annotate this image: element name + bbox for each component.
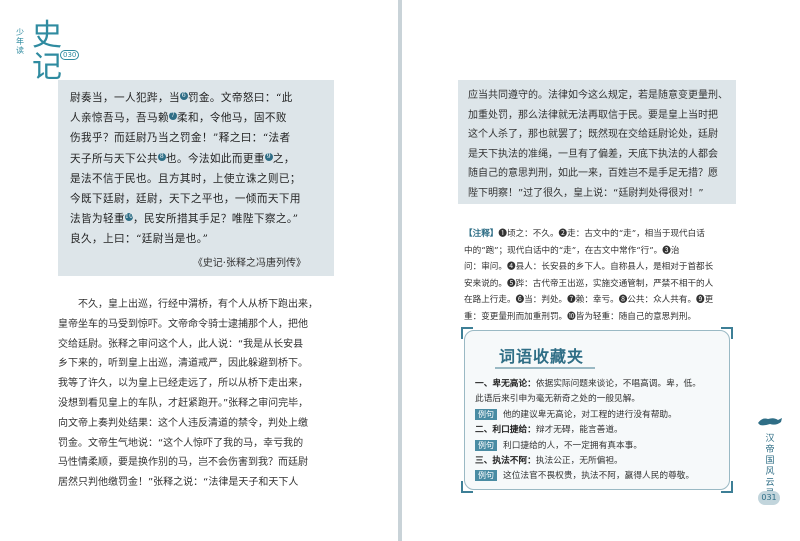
vocab-term: 一、卑无高论： [475, 379, 536, 389]
classical-text-box: 尉奏当，一人犯跸，当 6 罚金。文帝怒曰：“此 人亲惊吾马，吾马赖 7 柔和，令他马，固不… [58, 80, 334, 276]
classical-text: 伤我乎？而廷尉乃当之罚金！”释之曰：“法者 [70, 132, 291, 145]
vocab-example: 例句 他的建议卑无高论，对工程的进行没有帮助。 [475, 408, 723, 423]
classical-text: 柔和，令他马，固不败 [176, 112, 287, 125]
annotation-line: 问：审问。❹县人：长安县的乡下人。自称县人，是相对于首都长 [464, 262, 714, 273]
note-marker: 9 [264, 152, 273, 161]
classical-line: 尉奏当，一人犯跸，当 6 罚金。文帝怒曰：“此 [70, 88, 324, 108]
page-number-right: 031 [758, 491, 780, 505]
annotations: 【注释】❶顷之：不久。❷走：古文中的“走”，相当于现代白话 中的“跑”；现代白话… [464, 226, 734, 326]
note-marker: 7 [168, 112, 177, 121]
translation-line: 陛下明察！”过了很久，皇上说：“廷尉判处得很对！” [468, 187, 704, 199]
annotation-text: ❶顷之：不久。❷走：古文中的“走”，相当于现代白话 [498, 229, 705, 239]
corner-ornament [461, 481, 473, 493]
classical-text-lines: 尉奏当，一人犯跸，当 6 罚金。文帝怒曰：“此 人亲惊吾马，吾马赖 7 柔和，令他马，固不… [70, 88, 324, 250]
classical-text: 今既下廷尉，廷尉，天下之平也，一倾而天下用 [70, 193, 301, 206]
classical-text: 罚金。文帝怒曰：“此 [187, 92, 293, 104]
logo-small-text: 少年读 [16, 28, 24, 55]
translation-line: 皇帝坐车的马受到惊吓。文帝命令骑士逮捕那个人，把他 [58, 318, 308, 330]
vocab-definition: 执法公正，无所偏袒。 [535, 456, 623, 467]
translation-line: 没想到看见皇上的车队，才赶紧跑开。”张释之审问完毕， [58, 397, 309, 409]
annotation-line: 在路上行走。❻当：判处。❼赖：幸亏。❽公共：众人共有。❾更 [464, 295, 714, 306]
translation-line: 不久，皇上出巡，行经中渭桥，有个人从桥下跑出来， [78, 299, 318, 310]
classical-text: 是法不信于民也。且方其时，上使立诛之则已； [70, 172, 301, 185]
example-label: 例句 [475, 439, 497, 451]
source-citation: 《史记·张释之冯唐列传》 [192, 257, 306, 269]
annotation-line: 重：变更量刑而加重刑罚。❿皆为轻重：随自己的意思判刑。 [464, 311, 697, 322]
tiger-ornament-icon [758, 418, 782, 426]
example-label: 例句 [475, 470, 497, 482]
vocab-entry: 一、卑无高论：依据实际问题来谈论，不唱高调。卑，低。 [475, 377, 723, 392]
translation-line: 马性情柔顺，要是换作别的马，岂不会伤害到我？而廷尉 [58, 457, 308, 469]
classical-line: 天子所与天下公共 8 也。今法如此而更重 9 之， [70, 149, 324, 169]
annotation-line: 【注释】❶顷之：不久。❷走：古文中的“走”，相当于现代白话 [464, 226, 734, 243]
classical-text: 人亲惊吾马，吾马赖 [70, 112, 169, 125]
translation-line: 这个人杀了，那也就罢了；既然现在交给廷尉论处，廷尉 [468, 129, 718, 141]
translation-line: 罚金。文帝生气地说：“这个人惊吓了我的马，幸亏我的 [58, 437, 304, 449]
classical-line: 人亲惊吾马，吾马赖 7 柔和，令他马，固不败 [70, 108, 324, 128]
note-marker: 6 [179, 92, 188, 100]
translation-line: 随自己的意思判刑，如此一来，百姓岂不是手足无措？愿 [468, 168, 718, 180]
translation-line: 居然只判他缴罚金！”张释之说：“法律是天子和天下人 [58, 477, 299, 489]
corner-ornament [461, 327, 473, 339]
vocab-term: 二、利口捷给： [475, 425, 536, 436]
classical-line: 是法不信于民也。且方其时，上使立诛之则已； [70, 169, 324, 189]
classical-line: 今既下廷尉，廷尉，天下之平也，一倾而天下用 [70, 189, 324, 209]
title-underline [495, 367, 595, 369]
vocab-entry: 二、利口捷给：辩才无碍，能言善道。 [475, 423, 723, 438]
vocab-definition: 依据实际问题来谈论，不唱高调。卑，低。 [535, 379, 701, 389]
classical-text: 法皆为轻重 [70, 213, 125, 226]
translation-left: 不久，皇上出巡，行经中渭桥，有个人从桥下跑出来， 皇帝坐车的马受到惊吓。文帝命令… [58, 295, 344, 493]
vocabulary-title: 词语收藏夹 [499, 347, 585, 366]
classical-text: ，民安所措其手足？唯陛下察之。” [132, 213, 299, 226]
vocab-example: 例句 利口捷给的人，不一定拥有真本事。 [475, 439, 723, 454]
vocab-definition-cont: 此语后来引申为毫无新奇之处的一般见解。 [475, 394, 641, 405]
translation-line: 交给廷尉。张释之审问这个人，此人说：“我是从长安县 [58, 338, 304, 350]
example-text: 利口捷给的人，不一定拥有真本事。 [503, 440, 642, 451]
note-marker: 8 [157, 152, 166, 161]
vocabulary-list: 一、卑无高论：依据实际问题来谈论，不唱高调。卑，低。 此语后来引申为毫无新奇之处… [475, 377, 723, 485]
note-marker: 10 [124, 213, 134, 222]
series-logo: 少年读 史记 030 [16, 20, 80, 84]
logo-big-text: 史记 [32, 18, 62, 85]
annotation-line: 安来说的。❺跸：古代帝王出巡，实施交通管制，严禁不相干的人 [464, 278, 714, 289]
classical-text: 天子所与天下公共 [70, 152, 158, 165]
annotation-line: 中的“跑”；现代白话中的“走”，在古文中常作“行”。❸治 [464, 245, 680, 256]
classical-text: 尉奏当，一人犯跸，当 [70, 92, 180, 104]
vocabulary-box: 词语收藏夹 一、卑无高论：依据实际问题来谈论，不唱高调。卑，低。 此语后来引申为… [461, 327, 733, 493]
translation-line: 我等了许久，以为皇上已经走远了，所以从桥下走出来， [58, 378, 308, 390]
translation-line: 是天下执法的准绳，一旦有了偏差，天底下执法的人都会 [468, 148, 718, 160]
vocab-entry: 三、执法不阿：执法公正，无所偏袒。 [475, 454, 723, 469]
vocab-definition: 辩才无碍，能言善道。 [535, 425, 623, 436]
page-number-left: 030 [60, 50, 80, 60]
translation-line: 乡下来的，听到皇上出巡，清道戒严，因此躲避到桥下。 [58, 358, 308, 370]
translation-line: 加重处罚，那么法律就无法再取信于民。要是皇上当时把 [468, 109, 718, 121]
classical-line: 伤我乎？而廷尉乃当之罚金！”释之曰：“法者 [70, 128, 324, 148]
classical-line: 法皆为轻重10，民安所措其手足？唯陛下察之。” [70, 209, 324, 229]
example-label: 例句 [475, 408, 497, 420]
annotation-tag: 【注释】 [464, 229, 499, 239]
example-text: 他的建议卑无高论，对工程的进行没有帮助。 [503, 409, 677, 420]
classical-line: 良久，上曰：“廷尉当是也。” [70, 229, 324, 249]
translation-continued-box: 应当共同遵守的。法律如今这么规定，若是随意变更量刑、 加重处罚，那么法律就无法再… [458, 80, 736, 204]
example-text: 这位法官不畏权贵，执法不阿，赢得人民的尊敬。 [503, 471, 695, 482]
classical-text: 良久，上曰：“廷尉当是也。” [70, 233, 209, 246]
corner-ornament [721, 327, 733, 339]
vocab-term: 三、执法不阿： [475, 456, 536, 467]
classical-text: 之， [272, 152, 295, 165]
translation-line: 应当共同遵守的。法律如今这么规定，若是随意变更量刑、 [468, 90, 728, 101]
translation-line: 向文帝上奏判处结果：这个人违反清道的禁令，判处上缴 [58, 417, 308, 429]
vocab-example: 例句 这位法官不畏权贵，执法不阿，赢得人民的尊敬。 [475, 469, 723, 484]
classical-text: 也。今法如此而更重 [165, 152, 265, 165]
